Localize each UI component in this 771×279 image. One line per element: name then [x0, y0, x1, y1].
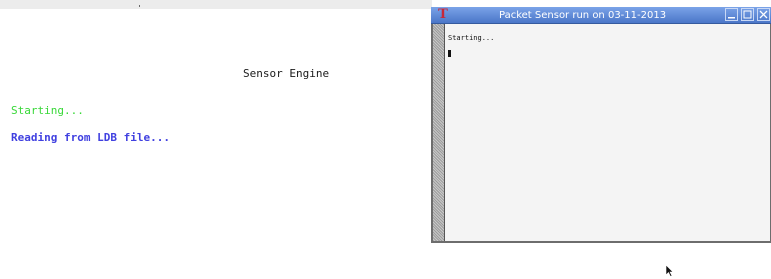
maximize-icon — [743, 10, 752, 19]
minimize-icon — [728, 17, 735, 19]
terminal-body[interactable]: Starting... — [433, 24, 770, 241]
window-title: Packet Sensor run on 03-11-2013 — [499, 10, 667, 21]
top-strip — [0, 0, 432, 9]
packet-sensor-window[interactable]: T Packet Sensor run on 03-11-2013 Starti… — [431, 7, 771, 243]
terminal-scrollbar[interactable] — [433, 24, 445, 241]
terminal-t-icon[interactable]: T — [437, 8, 449, 22]
sensor-console: Sensor Engine Starting... Reading from L… — [0, 9, 432, 279]
terminal-output: Starting... — [448, 34, 495, 42]
top-strip-mark — [139, 5, 140, 7]
console-line-starting: Starting... — [11, 104, 84, 117]
text-cursor — [448, 50, 451, 57]
mouse-pointer-icon — [665, 264, 674, 277]
console-heading: Sensor Engine — [243, 67, 330, 80]
close-button[interactable] — [757, 8, 770, 21]
console-line-reading: Reading from LDB file... — [11, 131, 170, 144]
close-icon — [759, 10, 768, 19]
minimize-button[interactable] — [725, 8, 738, 21]
window-titlebar[interactable]: T Packet Sensor run on 03-11-2013 — [431, 7, 771, 24]
maximize-button[interactable] — [741, 8, 754, 21]
